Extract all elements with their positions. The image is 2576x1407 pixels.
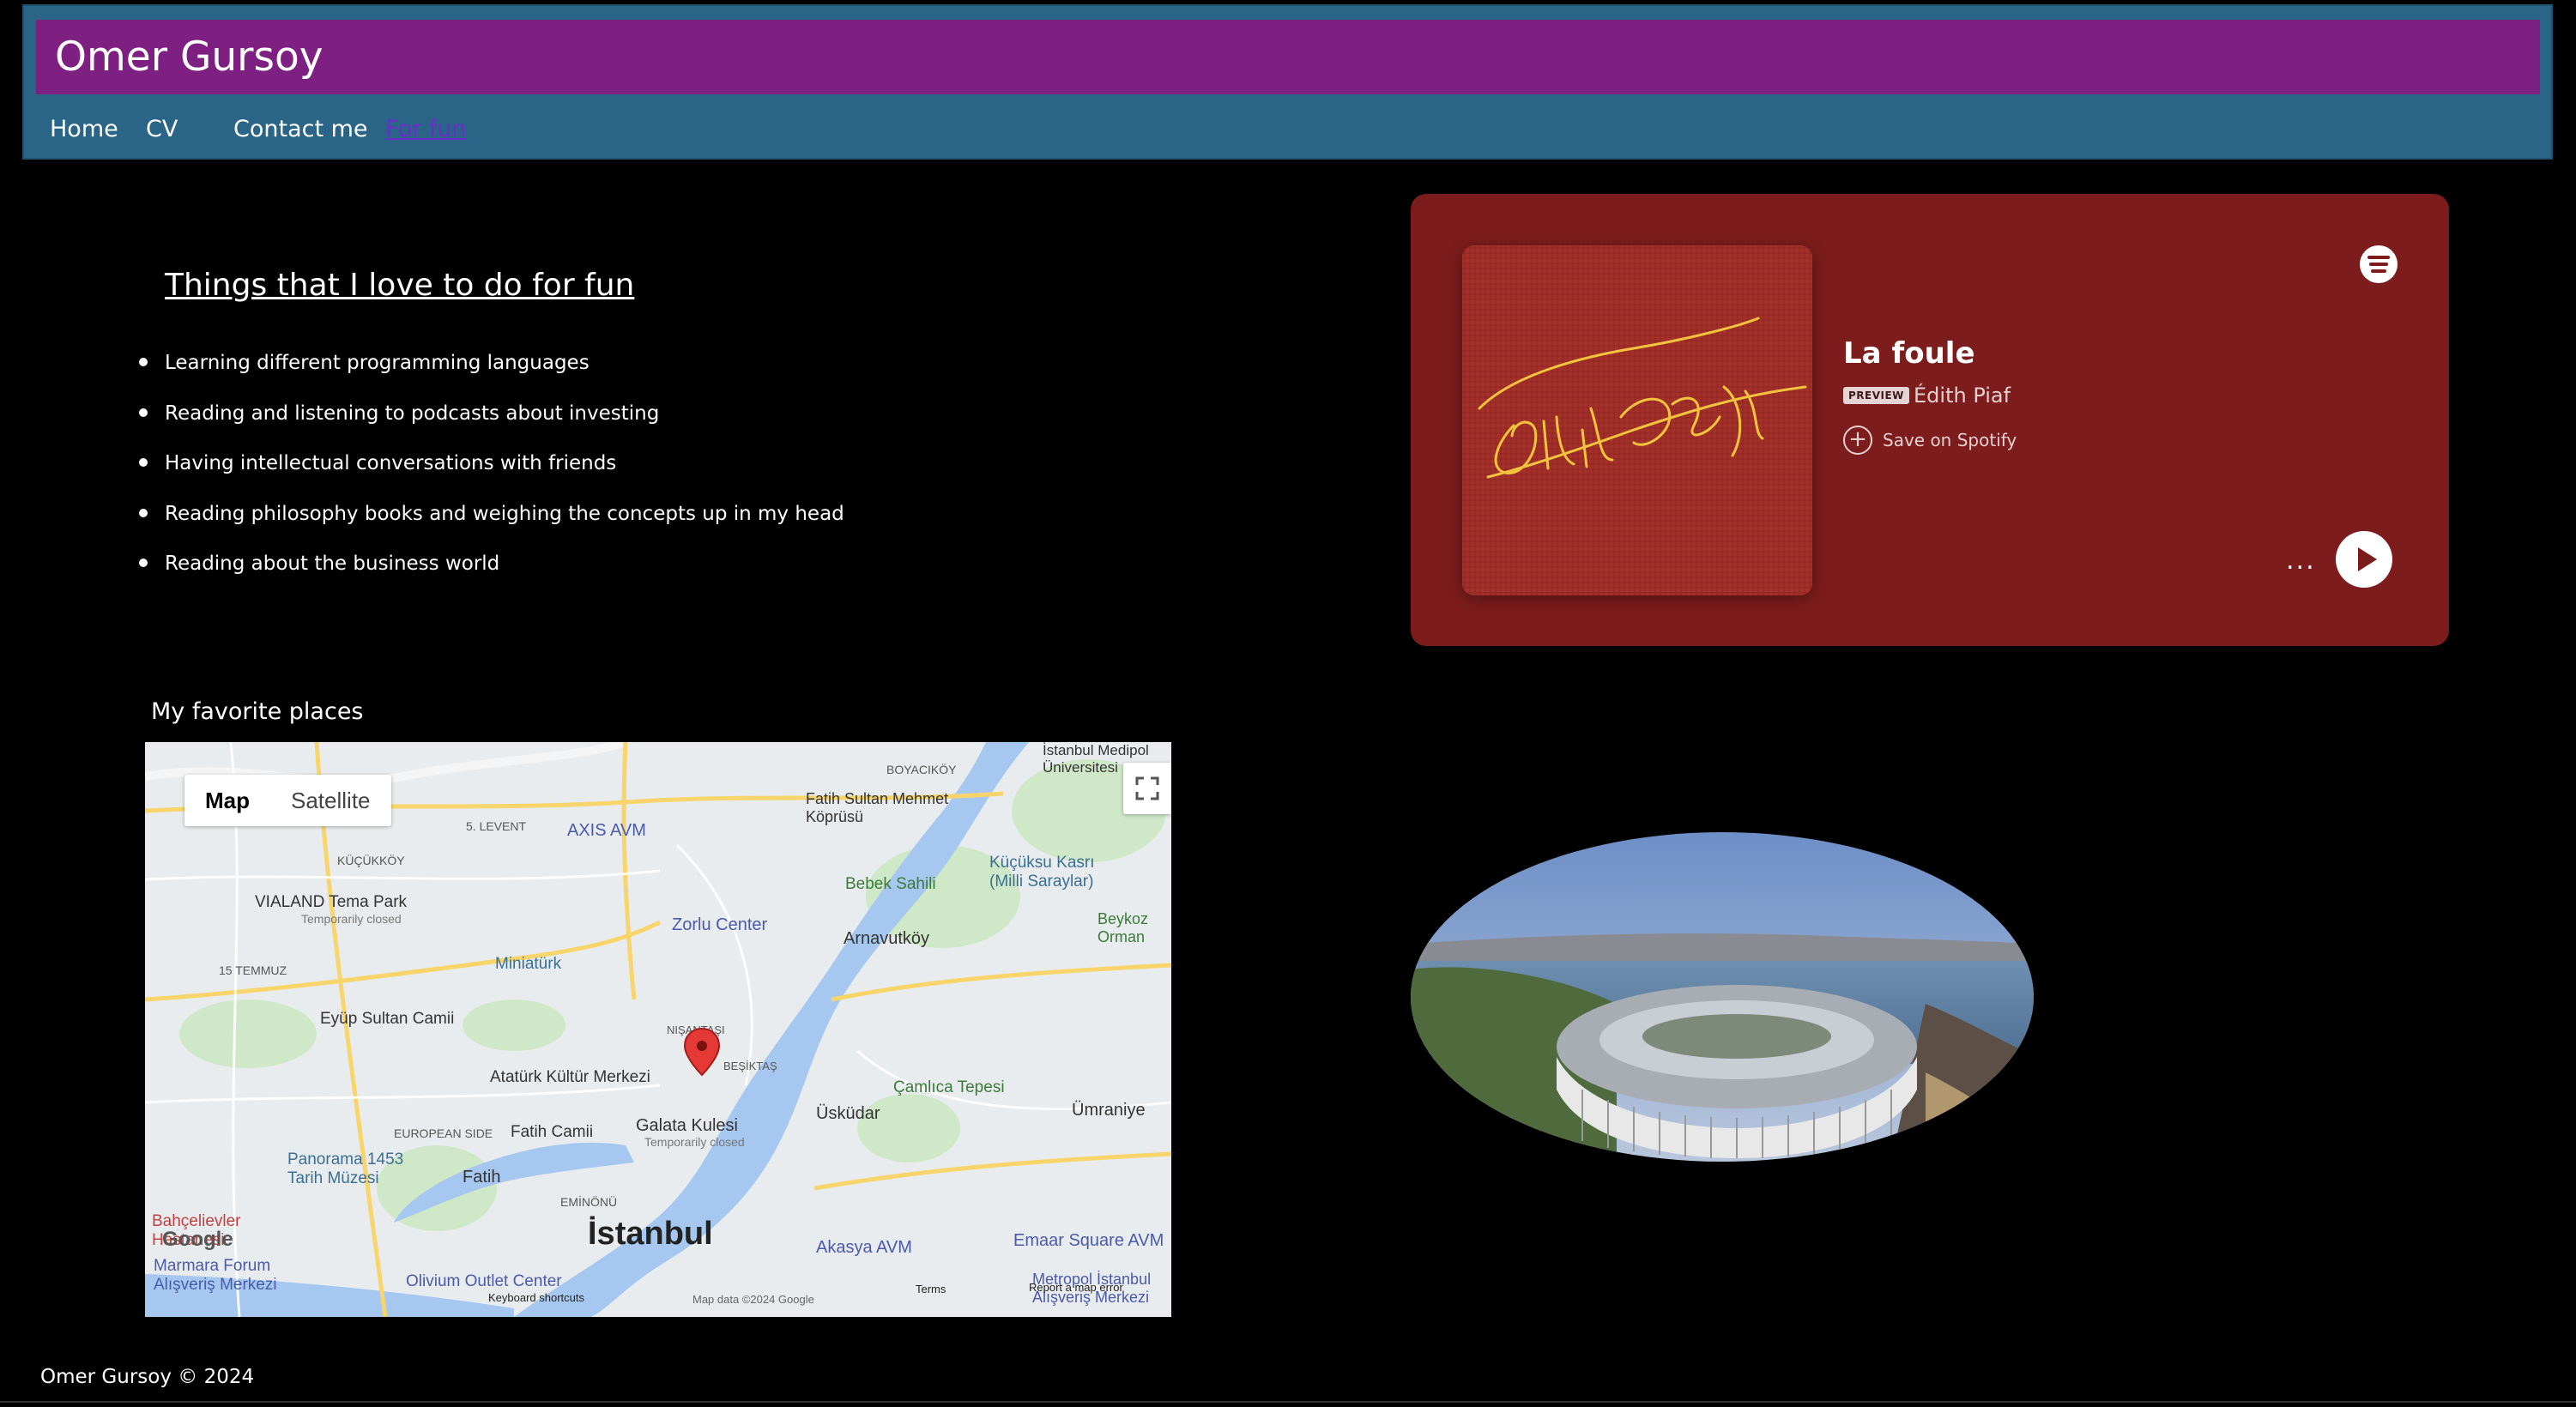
list-item: Reading about the business world xyxy=(139,539,844,589)
map-label-vialand: VIALAND Tema Park xyxy=(255,893,408,911)
nav-contact[interactable]: Contact me xyxy=(233,112,368,147)
google-logo: Google xyxy=(162,1228,233,1251)
list-item-text: Reading philosophy books and weighing th… xyxy=(165,502,844,525)
map-label-panorama: Panorama 1453 Tarih Müzesi xyxy=(287,1150,404,1187)
map-type-toggle: Map Satellite xyxy=(184,775,391,826)
map-label-bebek: Bebek Sahili xyxy=(845,875,936,893)
map-label-olivium: Olivium Outlet Center xyxy=(406,1272,562,1290)
map-label-fsm-bridge: Fatih Sultan Mehmet Köprüsü xyxy=(806,790,949,825)
map-label-boyacikoy: BOYACIKÖY xyxy=(886,763,957,776)
map-label-beykoz: Beykoz Orman xyxy=(1098,910,1149,945)
map-label-besiktas: BEŞİKTAŞ xyxy=(723,1060,777,1072)
places-heading: My favorite places xyxy=(151,698,364,725)
map-label-akasya: Akasya AVM xyxy=(816,1238,912,1257)
title-bar: Omer Gursoy xyxy=(36,20,2540,94)
album-signature-icon xyxy=(1462,245,1812,595)
map-label-eminonu: EMİNÖNÜ xyxy=(560,1195,618,1209)
satellite-view-button[interactable]: Satellite xyxy=(270,775,391,826)
album-cover[interactable] xyxy=(1462,245,1812,595)
list-item: Learning different programming languages xyxy=(139,338,844,389)
map-label-zorlu: Zorlu Center xyxy=(672,915,768,934)
map-label-umraniye: Ümraniye xyxy=(1072,1101,1146,1120)
map-label-galata-sub: Temporarily closed xyxy=(644,1135,745,1149)
map-label-kucukkoy: KÜÇÜKKÖY xyxy=(337,854,405,867)
map-label-emaar: Emaar Square AVM xyxy=(1013,1231,1164,1250)
map-label-fatih-camii: Fatih Camii xyxy=(511,1123,594,1141)
fun-heading: Things that I love to do for fun xyxy=(165,268,635,303)
list-item-text: Reading and listening to podcasts about … xyxy=(165,402,660,425)
map-label-levent: 5. LEVENT xyxy=(466,819,527,833)
map-label-medipol: İstanbul Medipol Üniversitesi xyxy=(1043,742,1149,776)
track-title[interactable]: La foule xyxy=(1843,335,1975,372)
map-label-miniaturk: Miniatürk xyxy=(495,955,562,973)
map-label-15-temmuz: 15 TEMMUZ xyxy=(219,963,287,977)
list-item-text: Having intellectual conversations with f… xyxy=(165,452,617,475)
list-item: Reading philosophy books and weighing th… xyxy=(139,489,844,540)
more-options-button[interactable]: ... xyxy=(2286,546,2316,576)
artist-name[interactable]: Édith Piaf xyxy=(1914,383,2011,408)
map-label-uskudar: Üsküdar xyxy=(816,1104,880,1123)
list-item-text: Learning different programming languages xyxy=(165,352,590,374)
list-item-text: Reading about the business world xyxy=(165,553,500,576)
plus-circle-icon: + xyxy=(1843,426,1872,455)
spotify-embed: La foule PREVIEW Édith Piaf + Save on Sp… xyxy=(1411,194,2449,646)
fun-list: Learning different programming languages… xyxy=(139,338,844,589)
nav-for-fun[interactable]: For fun xyxy=(385,112,467,147)
google-map[interactable]: Map Satellite İstanbul Üsküdar BEŞİKTAŞ … xyxy=(145,742,1171,1317)
map-label-istanbul: İstanbul xyxy=(588,1216,713,1252)
map-label-kucuksu: Küçüksu Kasrı (Milli Saraylar) xyxy=(989,854,1095,891)
list-item: Having intellectual conversations with f… xyxy=(139,438,844,489)
stadium-aerial-photo xyxy=(1411,832,2034,1162)
bullet-icon xyxy=(139,508,148,517)
map-data-attribution: Map data ©2024 Google xyxy=(692,1293,814,1306)
preview-badge: PREVIEW xyxy=(1843,387,1909,404)
stadium-photo xyxy=(1411,832,2034,1162)
map-label-axis: AXIS AVM xyxy=(567,821,646,840)
footer-divider xyxy=(0,1401,2576,1403)
site-header: Omer Gursoy Home CV Contact me For fun xyxy=(22,4,2553,160)
map-view-button[interactable]: Map xyxy=(184,775,270,826)
map-label-marmara: Marmara Forum Alışveriş Merkezi xyxy=(154,1257,277,1294)
map-label-eyup: Eyüp Sultan Camii xyxy=(320,1010,455,1028)
footer-copyright: Omer Gursoy © 2024 xyxy=(40,1366,255,1388)
play-button[interactable] xyxy=(2336,531,2392,588)
map-terms-link[interactable]: Terms xyxy=(916,1283,946,1295)
map-label-camlica: Çamlıca Tepesi xyxy=(893,1078,1005,1096)
bullet-icon xyxy=(139,559,148,568)
save-on-spotify-button[interactable]: + Save on Spotify xyxy=(1843,426,2017,455)
map-marker-icon[interactable] xyxy=(683,1027,721,1077)
report-map-error-link[interactable]: Report a map error xyxy=(1029,1281,1123,1294)
map-label-vialand-sub: Temporarily closed xyxy=(301,912,402,926)
map-label-galata: Galata Kulesi xyxy=(636,1116,738,1135)
bullet-icon xyxy=(139,408,148,417)
map-label-european-side: EUROPEAN SIDE xyxy=(394,1126,493,1140)
save-label: Save on Spotify xyxy=(1883,430,2017,450)
map-label-arnavutkoy: Arnavutköy xyxy=(844,929,930,948)
map-label-akm: Atatürk Kültür Merkezi xyxy=(490,1068,650,1086)
nav-cv[interactable]: CV xyxy=(146,112,178,147)
map-label-fatih: Fatih xyxy=(463,1168,501,1187)
nav-home[interactable]: Home xyxy=(50,112,118,147)
bullet-icon xyxy=(139,458,148,468)
keyboard-shortcuts-link[interactable]: Keyboard shortcuts xyxy=(488,1291,584,1304)
site-title: Omer Gursoy xyxy=(55,33,324,81)
spotify-logo-icon[interactable] xyxy=(2360,245,2398,283)
list-item: Reading and listening to podcasts about … xyxy=(139,389,844,439)
bullet-icon xyxy=(139,358,148,366)
